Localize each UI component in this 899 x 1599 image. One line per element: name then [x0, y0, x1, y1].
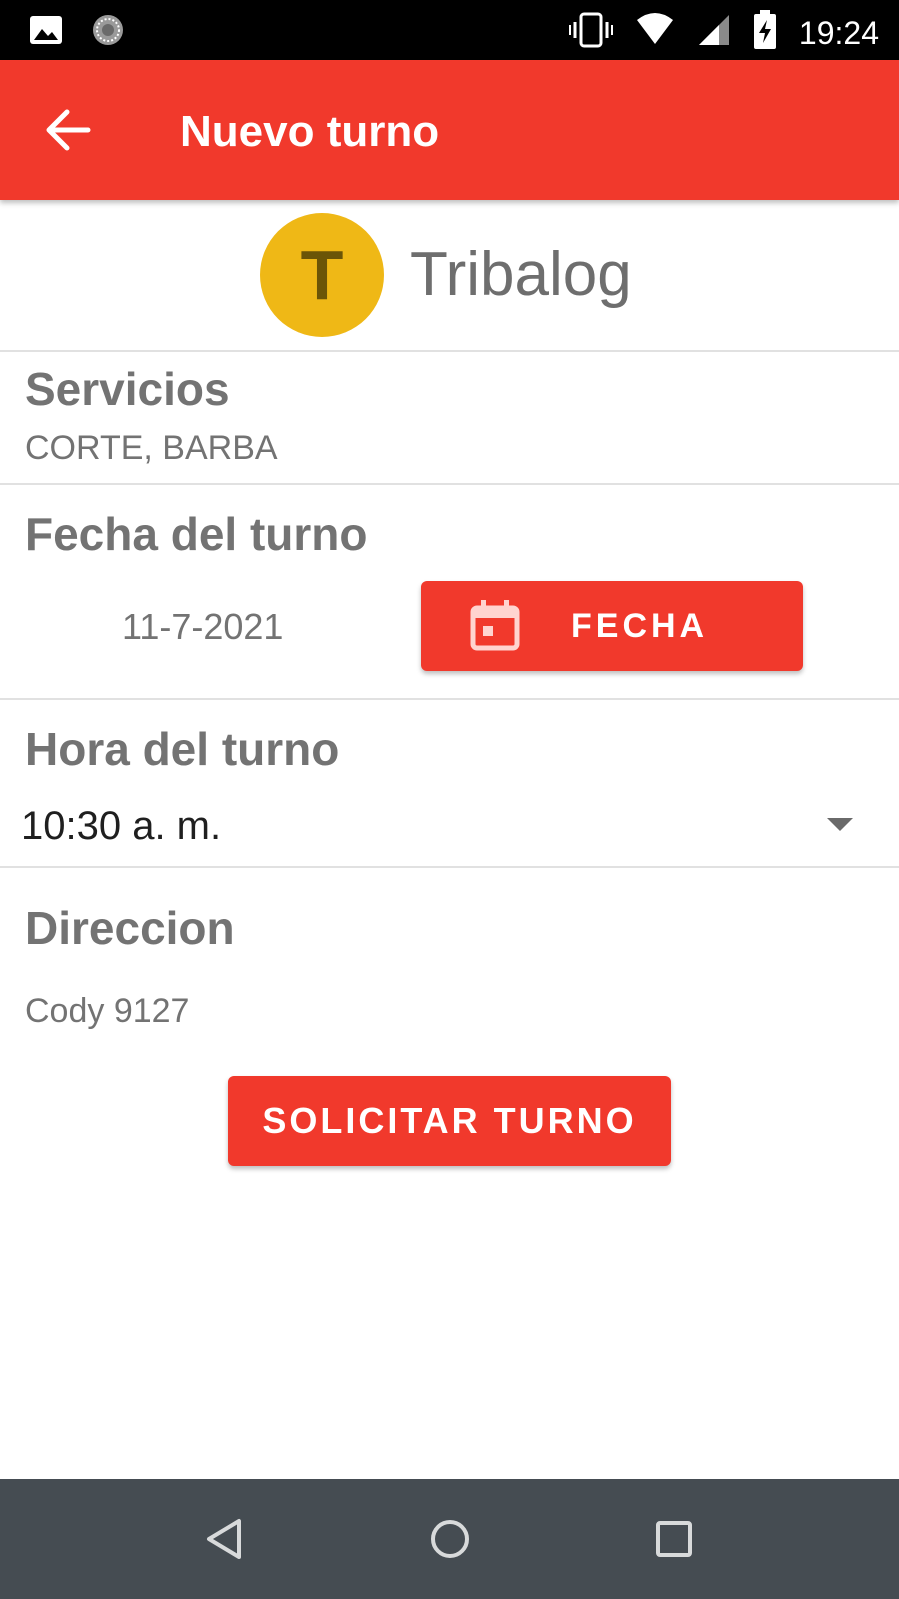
battery-charging-icon [753, 10, 777, 55]
divider [0, 866, 899, 868]
status-bar-left [28, 12, 126, 53]
brand-name: Tribalog [410, 240, 632, 309]
time-title: Hora del turno [25, 723, 340, 775]
date-button-label: FECHA [571, 607, 709, 645]
calendar-icon [470, 600, 520, 651]
navigation-bar [0, 1479, 899, 1599]
time-selected-value: 10:30 a. m. [21, 804, 222, 848]
back-triangle-icon [207, 1519, 241, 1559]
signal-icon [697, 13, 731, 52]
status-bar-right: 19:24 [568, 10, 879, 55]
recents-square-icon [656, 1521, 692, 1557]
vibrate-icon [568, 10, 613, 55]
nav-back-button[interactable] [195, 1509, 255, 1569]
services-title: Servicios [25, 363, 230, 415]
address-title: Direccion [25, 902, 235, 954]
address-value: Cody 9127 [25, 992, 190, 1030]
request-appointment-label: SOLICITAR TURNO [262, 1100, 637, 1141]
request-appointment-button[interactable]: SOLICITAR TURNO [228, 1076, 671, 1166]
home-circle-icon [431, 1520, 469, 1558]
page-title: Nuevo turno [180, 107, 440, 156]
arrow-back-icon [46, 109, 91, 151]
divider [0, 350, 899, 352]
wifi-icon [635, 12, 675, 53]
sync-icon [90, 12, 126, 53]
status-time: 19:24 [798, 14, 879, 51]
date-title: Fecha del turno [25, 508, 368, 560]
divider [0, 698, 899, 700]
time-dropdown[interactable]: 10:30 a. m. [0, 798, 899, 868]
avatar: T [260, 213, 384, 337]
image-icon [28, 12, 64, 53]
divider [0, 483, 899, 485]
date-value: 11-7-2021 [122, 606, 284, 647]
nav-recents-button[interactable] [644, 1509, 704, 1569]
brand-header: T Tribalog [260, 212, 632, 338]
back-button[interactable] [40, 100, 100, 160]
date-picker-button[interactable]: FECHA [421, 581, 803, 671]
services-value: CORTE, BARBA [25, 429, 278, 467]
chevron-down-icon [827, 818, 853, 831]
app-bar: Nuevo turno [0, 60, 899, 200]
nav-home-button[interactable] [420, 1509, 480, 1569]
status-bar: 19:24 [0, 0, 899, 60]
